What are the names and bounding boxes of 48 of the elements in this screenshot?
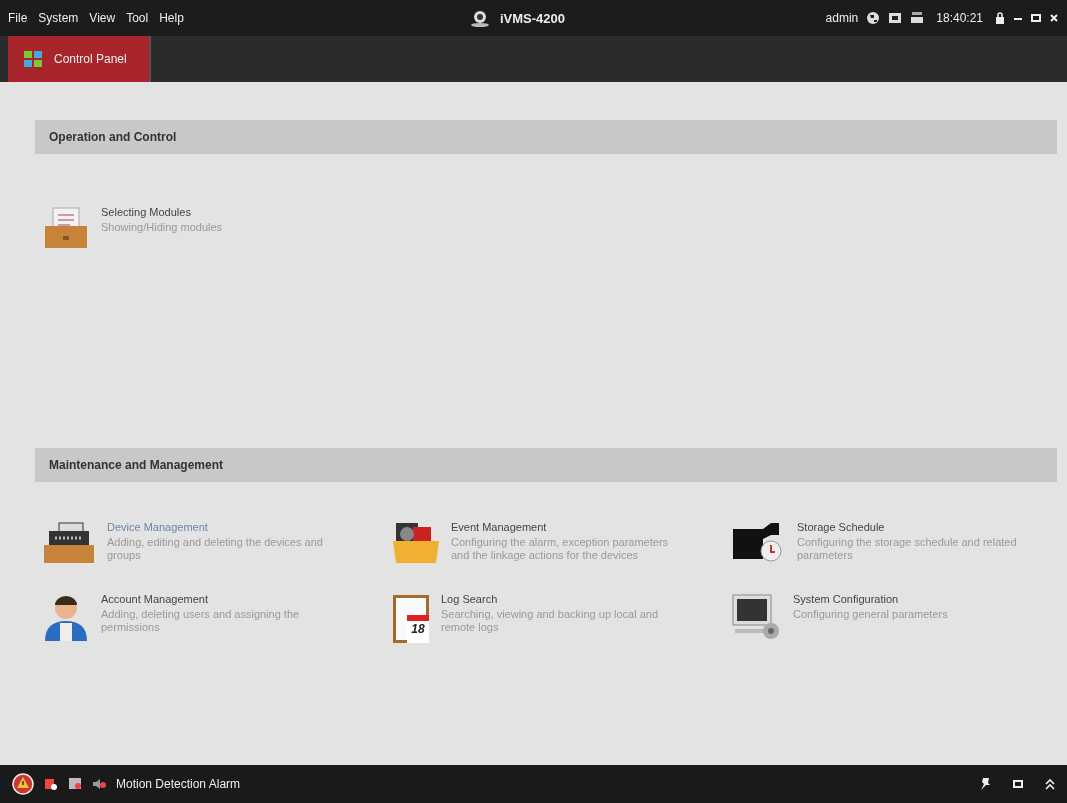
module-title: Event Management <box>451 521 548 533</box>
module-description: Adding, editing and deleting the devices and groups <box>107 536 324 562</box>
module-title: Device Management <box>107 521 209 533</box>
window-icon[interactable] <box>1013 779 1023 789</box>
section-header: Operation and Control <box>35 120 1057 154</box>
ram-icon <box>910 11 925 25</box>
device-tray-icon <box>41 521 97 565</box>
module-tile[interactable]: Account Management Adding, deleting users and assigning the permissions <box>35 589 385 645</box>
maximize-icon[interactable] <box>1031 13 1041 23</box>
module-title: Log Search <box>441 593 499 605</box>
lock-icon[interactable] <box>995 12 1005 24</box>
module-description: Showing/Hiding modules <box>101 221 223 234</box>
menu-item[interactable]: Tool <box>126 11 149 25</box>
close-icon[interactable] <box>1049 13 1059 23</box>
module-title: Storage Schedule <box>797 521 886 533</box>
menu-item[interactable]: File <box>8 11 28 25</box>
module-description: Adding, deleting users and assigning the permissions <box>101 608 301 634</box>
module-title: Account Management <box>101 593 209 605</box>
module-description: Configuring general parameters <box>793 608 948 621</box>
alarm-icon[interactable] <box>44 777 58 791</box>
user-name: admin <box>825 11 859 25</box>
image-alert-icon[interactable] <box>68 777 82 791</box>
grid-icon <box>24 51 42 67</box>
menu-item[interactable]: Help <box>159 11 184 25</box>
module-description: Configuring the storage schedule and related parameters <box>797 536 1017 562</box>
camera-icon <box>470 9 490 27</box>
clipboard-calendar-icon: 18 <box>391 593 431 641</box>
clock-time: 18:40:21 <box>936 11 983 25</box>
module-title: System Configuration <box>793 593 900 605</box>
module-tile[interactable]: Event Management Configuring the alarm, exception parameters and the linkage actions for the devices <box>385 517 725 569</box>
module-description: Configuring the alarm, exception parameters and the linkage actions for the devices <box>451 536 670 562</box>
window-title: iVMS-4200 <box>500 10 566 26</box>
menu-item[interactable]: System <box>38 11 79 25</box>
module-description: Searching, viewing and backing up local and remote logs <box>441 608 660 634</box>
module-title: Selecting Modules <box>101 206 192 218</box>
alarm-text: Motion Detection Alarm <box>116 777 241 791</box>
warning-icon[interactable] <box>12 773 34 795</box>
cpu-icon <box>888 12 903 24</box>
section-header: Maintenance and Management <box>35 448 1057 482</box>
module-tile[interactable]: Storage Schedule Configuring the storage schedule and related parameters <box>725 517 1055 569</box>
speaker-alert-icon[interactable] <box>92 777 106 791</box>
menu-item[interactable]: View <box>89 11 116 25</box>
module-tile[interactable]: 18 Log Search Searching, viewing and backing up local and remote logs <box>385 589 725 645</box>
module-tile[interactable]: System Configuration Configuring general parameters <box>725 589 1055 645</box>
module-tile[interactable]: Selecting Modules Showing/Hiding modules <box>35 202 385 254</box>
control-panel-tab[interactable]: Control Panel <box>8 36 151 82</box>
folder-film-icon <box>391 521 441 565</box>
expand-up-icon[interactable] <box>1045 778 1055 790</box>
